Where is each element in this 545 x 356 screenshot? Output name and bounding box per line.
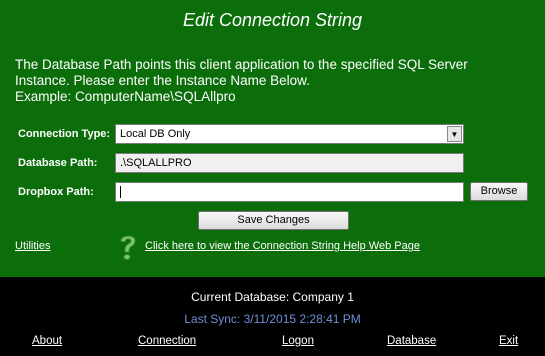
question-mark-icon[interactable] <box>117 233 139 261</box>
description-line-2: Instance. Please enter the Instance Name… <box>15 73 310 88</box>
database-path-input[interactable]: .\SQLALLPRO <box>115 153 464 173</box>
nav-database[interactable]: Database <box>387 335 436 347</box>
description-line-3: Example: ComputerName\SQLAllpro <box>15 89 236 104</box>
nav-about[interactable]: About <box>32 335 62 347</box>
connection-type-value: Local DB Only <box>120 128 191 140</box>
dropbox-path-input[interactable] <box>115 182 464 202</box>
description-line-1: The Database Path points this client app… <box>15 57 468 72</box>
nav-exit[interactable]: Exit <box>499 335 518 347</box>
chevron-down-icon[interactable]: ▼ <box>447 126 462 142</box>
database-path-label: Database Path: <box>18 157 98 169</box>
text-caret <box>120 186 121 198</box>
connection-type-label: Connection Type: <box>18 128 111 140</box>
browse-button[interactable]: Browse <box>470 182 528 201</box>
database-path-value: .\SQLALLPRO <box>120 157 192 169</box>
save-changes-button[interactable]: Save Changes <box>198 211 349 230</box>
dropbox-path-label: Dropbox Path: <box>18 186 94 198</box>
main-panel: Edit Connection String The Database Path… <box>0 0 545 277</box>
last-sync-text: Last Sync: 3/11/2015 2:28:41 PM <box>184 312 361 326</box>
current-database-text: Current Database: Company 1 <box>191 290 354 304</box>
nav-connection[interactable]: Connection <box>138 335 196 347</box>
utilities-link[interactable]: Utilities <box>15 240 50 252</box>
connection-type-select[interactable]: Local DB Only ▼ <box>115 124 464 144</box>
description: The Database Path points this client app… <box>15 57 535 105</box>
nav-logon[interactable]: Logon <box>282 335 314 347</box>
help-link[interactable]: Click here to view the Connection String… <box>145 240 420 252</box>
page-title: Edit Connection String <box>182 10 363 30</box>
